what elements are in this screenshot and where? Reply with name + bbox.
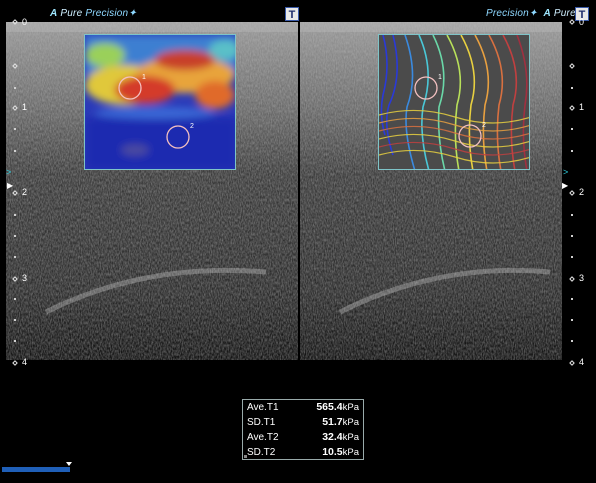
measurement-value: 565.4kPa (316, 401, 359, 413)
depth-tick (14, 235, 16, 237)
depth-label-4-left: 4 (22, 357, 28, 367)
depth-marker-icon (569, 276, 575, 282)
depth-tick (14, 214, 16, 216)
cine-position-marker-icon[interactable] (66, 462, 72, 466)
depth-tick (571, 235, 573, 237)
measurement-row: Ave.T2 32.4kPa (243, 430, 363, 445)
roi-label-2-right: 2 (482, 122, 486, 129)
depth-marker-icon (569, 105, 575, 111)
depth-tick (571, 87, 573, 89)
depth-marker-icon (569, 360, 575, 366)
measurement-value: 51.7kPa (322, 416, 359, 428)
depth-tick (14, 340, 16, 342)
depth-label-2-left: 2 (22, 187, 28, 197)
focus-arrow-icon[interactable]: > (563, 167, 568, 177)
depth-marker-icon (569, 19, 575, 25)
roi-circles-left (118, 76, 190, 149)
depth-tick (14, 150, 16, 152)
measurement-label: SD.T1 (247, 416, 276, 428)
measurement-value: 10.5kPa (322, 446, 359, 458)
depth-tick (571, 298, 573, 300)
measurement-panel: Ave.T1 565.4kPa SD.T1 51.7kPa Ave.T2 32.… (242, 399, 364, 460)
depth-tick (571, 319, 573, 321)
depth-label-2-right: 2 (579, 187, 585, 197)
cine-progress-bar[interactable] (2, 467, 70, 472)
roi-circle-1-left (118, 76, 142, 100)
depth-marker-icon (569, 63, 575, 69)
panel-corner-marker (244, 455, 247, 458)
depth-tick (571, 214, 573, 216)
depth-tick (571, 256, 573, 258)
depth-tick (571, 150, 573, 152)
depth-tick (14, 128, 16, 130)
depth-tick (14, 256, 16, 258)
depth-label-0-right: 0 (579, 17, 585, 27)
roi-circle-2-right (458, 124, 482, 148)
measurement-label: Ave.T2 (247, 431, 279, 443)
measurement-value: 32.4kPa (322, 431, 359, 443)
roi-circle-2-left (166, 125, 190, 149)
depth-label-4-right: 4 (579, 357, 585, 367)
focus-marker-icon: ▶ (7, 181, 14, 190)
brand-left: A Pure Precision✦ (50, 8, 137, 19)
roi-circles-right (414, 76, 482, 148)
depth-tick (571, 340, 573, 342)
depth-label-3-left: 3 (22, 273, 28, 283)
depth-label-0-left: 0 (22, 17, 28, 27)
roi-circle-1-right (414, 76, 438, 100)
measurement-table: Ave.T1 565.4kPa SD.T1 51.7kPa Ave.T2 32.… (243, 400, 363, 460)
roi-label-2-left: 2 (190, 123, 194, 130)
depth-tick (14, 87, 16, 89)
ultrasound-image-left: 1 2 (6, 22, 298, 360)
measurement-label: Ave.T1 (247, 401, 279, 413)
ultrasound-image-right: 1 2 (300, 22, 562, 360)
focus-arrow-icon[interactable]: > (6, 167, 11, 177)
roi-label-1-left: 1 (142, 74, 146, 81)
depth-label-1-left: 1 (22, 102, 28, 112)
measurement-row: Ave.T1 565.4kPa (243, 400, 363, 415)
roi-label-1-right: 1 (438, 74, 442, 81)
depth-marker-icon (12, 360, 18, 366)
depth-marker-icon (569, 190, 575, 196)
depth-label-1-right: 1 (579, 102, 585, 112)
depth-tick (14, 319, 16, 321)
measurement-label: SD.T2 (247, 446, 276, 458)
depth-label-3-right: 3 (579, 273, 585, 283)
depth-tick (14, 298, 16, 300)
tool-t-button-left[interactable]: T (285, 7, 299, 21)
focus-marker-icon: ▶ (562, 181, 569, 190)
measurement-row: SD.T1 51.7kPa (243, 415, 363, 430)
measurement-row: SD.T2 10.5kPa (243, 445, 363, 460)
depth-tick (571, 128, 573, 130)
brand-right: Precision✦ A Pure (486, 8, 576, 19)
